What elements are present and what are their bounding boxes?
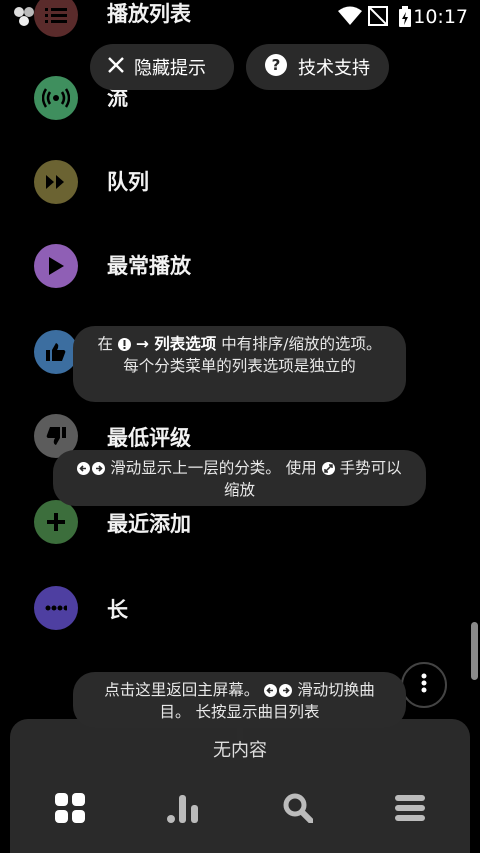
list-item-long[interactable]: 长: [0, 564, 480, 648]
list-item-label: 最低评级: [107, 426, 191, 450]
list-item-most-played[interactable]: 最常播放: [0, 222, 480, 306]
tech-support-label: 技术支持: [298, 58, 370, 79]
bar-chart-icon: [167, 793, 199, 827]
hint-pointer: [237, 727, 243, 741]
list-item-label: 播放列表: [107, 2, 191, 26]
hint-home: 点击这里返回主屏幕。 滑动切换曲目。 长按显示曲目列表: [73, 672, 406, 728]
hide-hints-button[interactable]: 隐藏提示: [90, 44, 234, 90]
hint-list-options: 在 → 列表选项 中有排序/缩放的选项。每个分类菜单的列表选项是独立的: [73, 326, 406, 402]
thumbs-up-icon: [34, 330, 78, 374]
nav-search-button[interactable]: [276, 788, 320, 832]
menu-icon: [395, 795, 425, 825]
more-options-button[interactable]: [401, 662, 447, 708]
hint-text: 滑动显示上一层的分类。 使用: [110, 459, 317, 477]
list-item-label: 最常播放: [107, 254, 191, 278]
list-item-label: 最近添加: [107, 512, 191, 536]
nav-menu-button[interactable]: [388, 788, 432, 832]
nav-stats-button[interactable]: [161, 788, 205, 832]
help-icon: ?: [264, 53, 288, 82]
stream-icon: [34, 76, 78, 120]
swipe-arrows-icon: [77, 460, 106, 480]
hint-text: 点击这里返回主屏幕。: [104, 681, 260, 699]
list-item-queue[interactable]: 队列: [0, 138, 480, 222]
scrollbar[interactable]: [471, 622, 478, 680]
vertical-dots-icon: [421, 673, 427, 697]
list-item-label: 队列: [107, 170, 149, 194]
plus-icon: [34, 500, 78, 544]
search-icon: [283, 793, 314, 827]
more-dots-icon: [34, 586, 78, 630]
info-icon: [117, 336, 131, 356]
hint-swipe: 滑动显示上一层的分类。 使用 手势可以缩放: [53, 450, 426, 506]
nav-home-button[interactable]: [48, 788, 92, 832]
list-item-stream[interactable]: 流: [0, 54, 480, 138]
hide-hints-label: 隐藏提示: [134, 58, 206, 79]
swipe-arrows-icon: [264, 682, 293, 702]
hint-bold-text: → 列表选项: [135, 335, 217, 353]
playlist-icon: [34, 0, 78, 37]
grid-icon: [55, 793, 85, 827]
list-item-playlist[interactable]: 播放列表: [0, 0, 480, 54]
list-item-label: 长: [107, 598, 128, 622]
hint-text: 在: [97, 335, 114, 353]
bottom-nav: [0, 788, 480, 832]
close-icon: [108, 56, 124, 78]
tech-support-button[interactable]: ? 技术支持: [246, 44, 389, 90]
svg-text:?: ?: [272, 56, 281, 74]
queue-icon: [34, 160, 78, 204]
pinch-icon: [321, 460, 335, 480]
most-played-icon: [34, 244, 78, 288]
